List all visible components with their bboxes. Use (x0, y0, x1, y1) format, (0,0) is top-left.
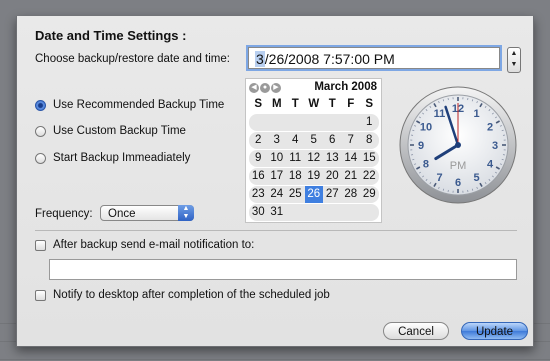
clock-numeral: 10 (420, 122, 432, 134)
weekday-label: W (308, 98, 320, 110)
datetime-field[interactable]: 3/26/2008 7:57:00 PM (248, 47, 500, 69)
calendar-day[interactable]: 31 (268, 204, 287, 221)
calendar-day[interactable]: 25 (286, 186, 305, 203)
analog-clock: 12 1234567891011 PM (399, 86, 517, 204)
calendar-month: March 2008 (314, 81, 377, 93)
weekday-label: M (271, 98, 282, 110)
checkbox-icon[interactable] (35, 289, 46, 301)
weekday-label: S (254, 98, 263, 110)
dialog-title: Date and Time Settings : (35, 28, 187, 43)
calendar-day[interactable]: 19 (305, 168, 324, 185)
clock-numeral: 5 (473, 172, 479, 184)
calendar-day[interactable]: 13 (323, 150, 342, 167)
calendar-week-row: 2345678 (249, 132, 379, 149)
desktop-notify-label: Notify to desktop after completion of th… (53, 289, 330, 301)
clock-numeral: 1 (473, 108, 479, 120)
clock-numeral: 3 (492, 140, 498, 152)
desktop-notify-checkbox[interactable]: Notify to desktop after completion of th… (35, 288, 330, 302)
calendar-day[interactable]: 20 (323, 168, 342, 185)
select-arrows-icon[interactable]: ▲ ▼ (178, 205, 194, 221)
checkbox-icon[interactable] (35, 239, 46, 251)
calendar-day[interactable]: 1 (360, 114, 379, 131)
calendar-day[interactable]: 8 (360, 132, 379, 149)
calendar-day[interactable]: 23 (249, 186, 268, 203)
radio-unselected-icon[interactable] (35, 152, 46, 164)
calendar-day[interactable]: 10 (268, 150, 287, 167)
frequency-label: Frequency: (35, 208, 93, 220)
clock-period: PM (450, 160, 467, 172)
clock-numeral: 7 (436, 172, 442, 184)
date-time-settings-sheet: Date and Time Settings : Choose backup/r… (16, 16, 534, 347)
calendar-day[interactable]: 11 (286, 150, 305, 167)
weekday-label: T (328, 98, 336, 110)
weekday-label: S (365, 98, 374, 110)
frequency-select[interactable]: Once ▲ ▼ (100, 205, 194, 221)
datetime-month-segment[interactable]: 3 (255, 51, 265, 67)
radio-recommended-label: Use Recommended Backup Time (53, 99, 225, 111)
today-icon[interactable]: ● (260, 83, 270, 93)
calendar-day[interactable]: 15 (360, 150, 379, 167)
radio-custom-label: Use Custom Backup Time (53, 125, 186, 137)
calendar-day[interactable]: 7 (342, 132, 361, 149)
calendar-weekday-row: SMTWTFS (249, 96, 379, 113)
stepper-down-icon[interactable]: ▼ (508, 59, 520, 70)
clock-numeral: 8 (423, 159, 429, 171)
calendar-week-row: 16 17 18 19 20 21 22 (249, 168, 379, 185)
clock-numeral: 9 (418, 140, 424, 152)
calendar-week-row: 30 31 (249, 204, 379, 221)
radio-selected-icon[interactable] (35, 99, 46, 111)
calendar: ◀ ● ▶ March 2008 S M T W T F S 1 2 3 4 5 6 7 8 9 10 11 12 1… (245, 78, 382, 223)
calendar-day[interactable]: 17 (268, 168, 287, 185)
clock-numeral: 11 (434, 108, 446, 120)
update-button[interactable]: Update (461, 322, 528, 340)
calendar-day[interactable]: 9 (249, 150, 268, 167)
clock-numeral: 2 (487, 122, 493, 134)
calendar-day[interactable]: 29 (360, 186, 379, 203)
datetime-rest: /26/2008 7:57:00 PM (264, 51, 395, 67)
radio-unselected-icon[interactable] (35, 125, 46, 137)
email-notify-label: After backup send e-mail notification to… (53, 239, 255, 251)
calendar-day[interactable]: 21 (342, 168, 361, 185)
email-field[interactable] (49, 259, 517, 280)
calendar-day[interactable]: 5 (305, 132, 324, 149)
radio-immediate[interactable]: Start Backup Immeadiately (35, 151, 190, 165)
calendar-day[interactable]: 28 (342, 186, 361, 203)
calendar-week-row: 1 (249, 114, 379, 131)
calendar-day[interactable]: 18 (286, 168, 305, 185)
calendar-day[interactable]: 6 (323, 132, 342, 149)
datetime-stepper[interactable]: ▲ ▼ (507, 47, 521, 73)
calendar-nav: ◀ ● ▶ (249, 83, 281, 93)
calendar-day[interactable]: 16 (249, 168, 268, 185)
radio-custom[interactable]: Use Custom Backup Time (35, 124, 186, 138)
separator (35, 230, 517, 231)
calendar-day-selected[interactable]: 26 (304, 186, 323, 203)
calendar-day[interactable]: 2 (249, 132, 268, 149)
calendar-grid: S M T W T F S 1 2 3 4 5 6 7 8 9 10 11 12 13 14 15 16 17 18 19 20 21… (249, 96, 379, 222)
weekday-label: F (347, 98, 355, 110)
clock-numeral: 4 (487, 159, 494, 171)
calendar-day[interactable]: 22 (360, 168, 379, 185)
calendar-day[interactable]: 27 (323, 186, 342, 203)
radio-recommended[interactable]: Use Recommended Backup Time (35, 98, 224, 112)
clock-center (455, 142, 461, 148)
next-month-icon[interactable]: ▶ (271, 83, 281, 93)
cancel-button[interactable]: Cancel (383, 322, 449, 340)
calendar-week-row: 23 24 25 26 27 28 29 (249, 186, 379, 203)
stepper-up-icon[interactable]: ▲ (508, 48, 520, 59)
prev-month-icon[interactable]: ◀ (249, 83, 259, 93)
frequency-value: Once (108, 208, 136, 220)
clock-numeral: 6 (455, 177, 461, 189)
email-notify-checkbox[interactable]: After backup send e-mail notification to… (35, 238, 254, 252)
calendar-day[interactable]: 3 (268, 132, 287, 149)
datetime-prompt: Choose backup/restore date and time: (35, 53, 230, 65)
calendar-day[interactable]: 24 (268, 186, 287, 203)
calendar-day[interactable]: 30 (249, 204, 268, 221)
radio-immediate-label: Start Backup Immeadiately (53, 152, 191, 164)
weekday-label: T (291, 98, 299, 110)
calendar-day[interactable]: 12 (305, 150, 324, 167)
calendar-day[interactable]: 14 (342, 150, 361, 167)
calendar-day[interactable]: 4 (286, 132, 305, 149)
calendar-week-row: 9 10 11 12 13 14 15 (249, 150, 379, 167)
